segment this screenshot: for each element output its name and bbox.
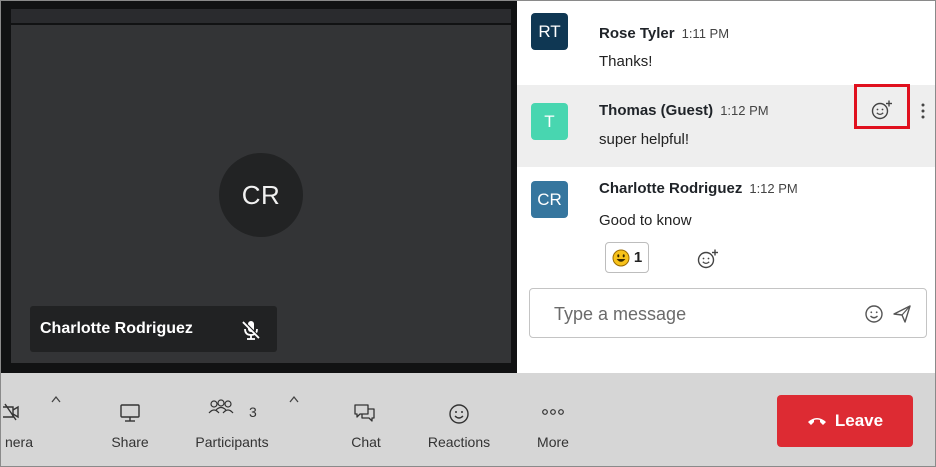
toolbar-label: Share bbox=[111, 434, 149, 450]
chat-message[interactable]: CR Charlotte Rodriguez 1:12 PM Good to kn… bbox=[517, 167, 935, 279]
camera-icon bbox=[3, 403, 19, 421]
leave-label: Leave bbox=[834, 411, 884, 430]
leave-button[interactable]: Leave bbox=[777, 395, 913, 447]
toolbar-label: More bbox=[537, 434, 569, 450]
reaction-chip[interactable]: 1 bbox=[605, 242, 649, 273]
toolbar-chat[interactable]: Chat bbox=[336, 373, 396, 466]
more-options-icon[interactable] bbox=[921, 103, 925, 119]
emoji-icon[interactable] bbox=[864, 304, 884, 324]
muted-mic-icon bbox=[242, 320, 261, 340]
chat-icon bbox=[354, 404, 375, 422]
message-time: 1:12 PM bbox=[720, 103, 769, 118]
chevron-up-icon[interactable] bbox=[289, 395, 299, 403]
more-icon bbox=[542, 409, 564, 415]
video-strip-top bbox=[11, 9, 511, 23]
toolbar-label: Reactions bbox=[427, 434, 491, 450]
toolbar-share[interactable]: Share bbox=[101, 373, 161, 466]
reaction-count: 1 bbox=[633, 249, 643, 266]
message-text: super helpful! bbox=[599, 131, 690, 148]
highlight-box bbox=[854, 84, 910, 129]
sender-name-line: Thomas (Guest) 1:12 PM bbox=[599, 102, 769, 119]
reactions-icon bbox=[449, 404, 469, 424]
sender-avatar: RT bbox=[531, 13, 568, 50]
add-reaction-icon[interactable] bbox=[697, 248, 719, 270]
meeting-window: CR Charlotte Rodriguez RT Rose Tyler 1:11… bbox=[0, 0, 936, 467]
participants-count: 3 bbox=[249, 404, 257, 420]
toolbar-reactions[interactable]: Reactions bbox=[419, 373, 499, 466]
participant-avatar: CR bbox=[219, 153, 303, 237]
sender-avatar: T bbox=[531, 103, 568, 140]
sender-name-line: Rose Tyler 1:11 PM bbox=[599, 25, 729, 42]
sender-name: Rose Tyler bbox=[599, 25, 675, 42]
send-icon[interactable] bbox=[892, 304, 912, 324]
message-input[interactable] bbox=[552, 301, 836, 327]
participant-name: Charlotte Rodriguez bbox=[40, 320, 193, 337]
message-text: Good to know bbox=[599, 212, 692, 229]
toolbar-camera[interactable]: nera bbox=[1, 373, 71, 466]
grinning-face-icon bbox=[612, 249, 630, 266]
toolbar-label: Chat bbox=[351, 434, 381, 450]
toolbar-more[interactable]: More bbox=[523, 373, 583, 466]
message-input-box bbox=[529, 288, 927, 338]
chat-message[interactable]: RT Rose Tyler 1:11 PM Thanks! bbox=[517, 13, 935, 85]
hang-up-icon bbox=[807, 418, 826, 425]
message-time: 1:11 PM bbox=[681, 26, 730, 41]
participants-icon bbox=[208, 399, 234, 414]
message-text: Thanks! bbox=[599, 53, 653, 70]
participant-name-tag: Charlotte Rodriguez bbox=[30, 306, 277, 352]
sender-name: Charlotte Rodriguez bbox=[599, 180, 743, 197]
toolbar-label: nera bbox=[4, 434, 34, 450]
toolbar-participants[interactable]: 3 Participants bbox=[179, 373, 309, 466]
sender-name: Thomas (Guest) bbox=[599, 102, 714, 119]
chevron-up-icon[interactable] bbox=[51, 395, 61, 403]
sender-name-line: Charlotte Rodriguez 1:12 PM bbox=[599, 180, 798, 197]
message-time: 1:12 PM bbox=[749, 181, 798, 196]
video-area: CR Charlotte Rodriguez bbox=[1, 1, 517, 373]
sender-avatar: CR bbox=[531, 181, 568, 218]
chat-panel: RT Rose Tyler 1:11 PM Thanks! T Thomas (G… bbox=[517, 1, 935, 373]
screen-share-icon bbox=[120, 404, 140, 422]
toolbar-label: Participants bbox=[195, 434, 269, 450]
